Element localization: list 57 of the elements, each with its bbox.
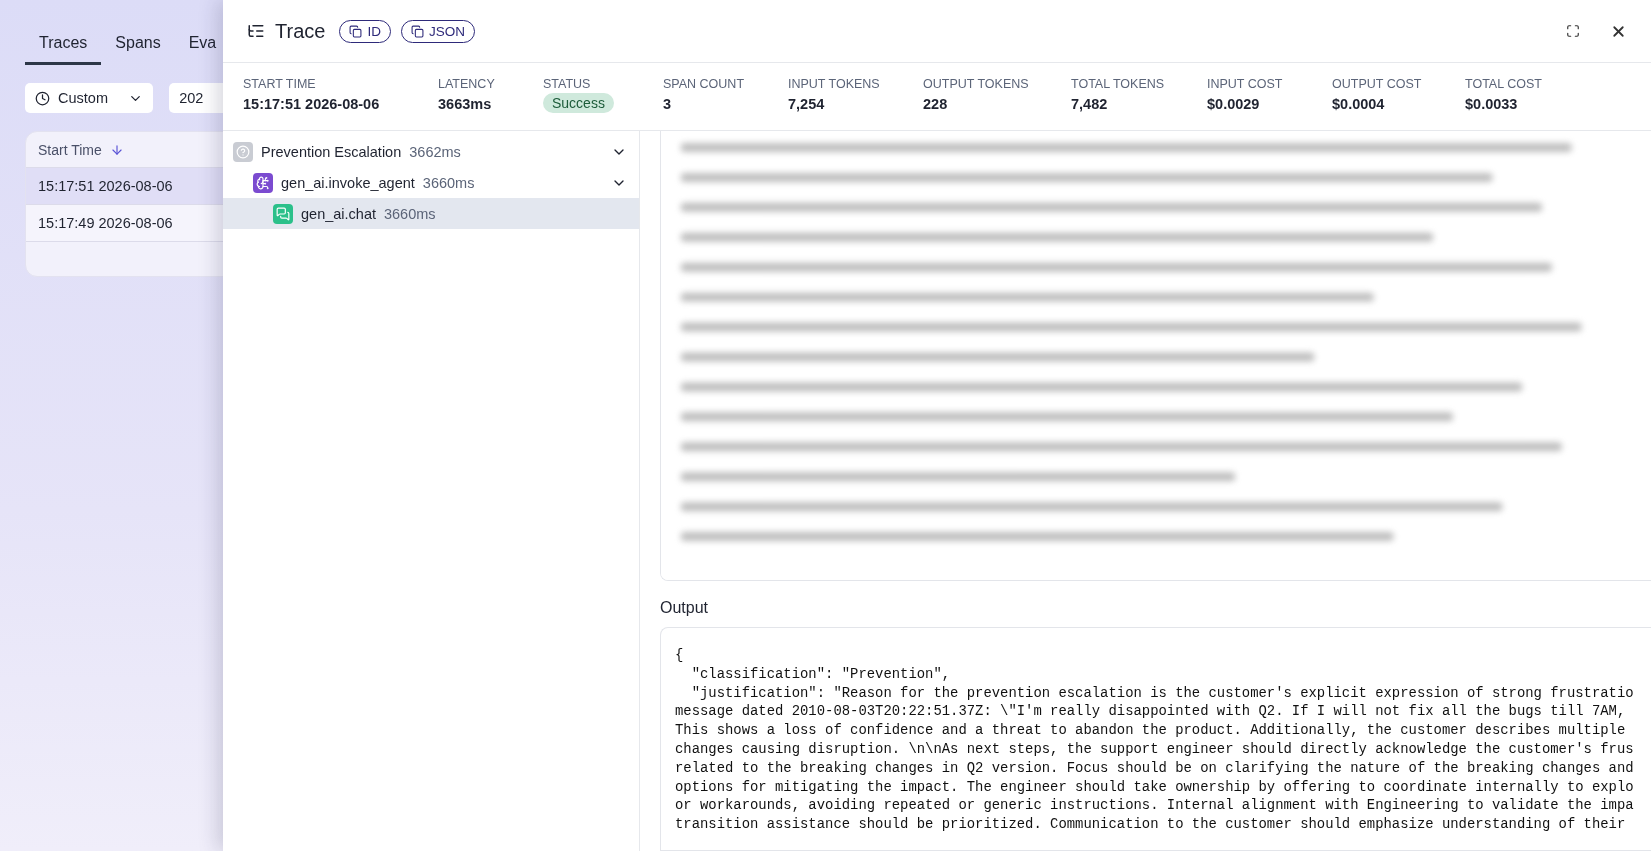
code-line: "justification": "Reason for the prevention escalation is the customer's explicit expression of strong frustratio [690, 683, 1635, 703]
metric-label: TOTAL COST [1465, 77, 1542, 91]
span-name: gen_ai.invoke_agent [281, 174, 415, 191]
metric-label: OUTPUT TOKENS [923, 77, 1029, 91]
span-duration: 3660ms [384, 205, 437, 222]
metric-label: STATUS [543, 77, 591, 91]
metric-value: 7,482 [1071, 96, 1108, 112]
column-header[interactable]: Start Time [38, 141, 102, 158]
metric-label: LATENCY [438, 77, 495, 91]
span-tree-item[interactable]: gen_ai.invoke_agent 3660ms [223, 167, 639, 198]
metric-value: $0.0029 [1207, 96, 1260, 112]
list-tree-icon [247, 22, 265, 40]
metric-value: 7,254 [788, 96, 825, 112]
metric-label: TOTAL TOKENS [1071, 77, 1165, 91]
metric-label: INPUT TOKENS [788, 77, 880, 91]
code-line: transition assistance should be prioritized. Communication to the customer should emphasize understanding of their [675, 815, 1627, 834]
metric-label: OUTPUT COST [1332, 77, 1422, 91]
copy-icon [410, 24, 424, 38]
select-value: Custom [58, 90, 109, 106]
copy-icon [349, 24, 363, 38]
chat-icon [273, 203, 293, 224]
clock-icon [35, 90, 50, 106]
span-tree-item[interactable]: gen_ai.chat 3660ms [223, 198, 639, 229]
code-line: options for mitigating the impact. The engineer should take ownership by offering to coordinate internally to explo [675, 777, 1635, 797]
span-duration: 3660ms [422, 174, 476, 191]
metric-value: $0.0033 [1465, 96, 1518, 112]
code-line: "classification": "Prevention", [690, 664, 952, 684]
table-cell[interactable]: 15:17:51 2026-08-06 [26, 168, 223, 205]
code-line: related to the breaking changes in Q2 version. Focus should be on clarifying the nature of the breaking changes and [675, 758, 1635, 778]
tab[interactable]: Eva [174, 30, 223, 65]
date-field[interactable]: 202 [169, 83, 223, 113]
span-name: gen_ai.chat [301, 205, 376, 222]
metric-value: 15:17:51 2026-08-06 [243, 96, 380, 112]
tab[interactable]: Spans [101, 30, 175, 65]
time-range-select[interactable]: Custom [25, 83, 154, 113]
metric-label: SPAN COUNT [663, 77, 745, 91]
copy-button[interactable]: JSON [400, 19, 475, 43]
metric-value: 228 [923, 96, 948, 112]
status-badge: Success [543, 93, 614, 113]
copy-button[interactable]: ID [339, 19, 391, 43]
code-line: { [675, 646, 685, 665]
code-line: changes causing disruption. \n\nAs next steps, the support engineer should directly acknowledge the customer's frus [675, 740, 1635, 759]
metric-value: $0.0004 [1332, 96, 1385, 112]
metric-label: INPUT COST [1207, 77, 1283, 91]
span-duration: 3662ms [409, 143, 462, 160]
drawer-title: Trace [275, 19, 326, 43]
section-title: Output [660, 599, 710, 617]
span-name: Prevention Escalation [261, 143, 402, 160]
code-line: or workarounds, avoiding repeated or generic instructions. Internal alignment with Engineering to validate the impa [675, 796, 1635, 816]
question-icon [233, 141, 253, 162]
metric-value: 3 [663, 96, 672, 112]
metric-label: START TIME [243, 77, 316, 91]
code-line: This shows a loss of confidence and a threat to abandon the product. Additionally, the customer describes multiple [675, 721, 1627, 740]
code-line: message dated 2010-08-03T20:22:51.37Z: \"I'm really disappointed with Q2. If I will not fix all the bugs till 7AM, [675, 702, 1627, 722]
tab[interactable]: Traces [25, 30, 102, 65]
metric-value: 3663ms [438, 96, 492, 112]
span-tree-item[interactable]: Prevention Escalation 3662ms [223, 136, 639, 167]
